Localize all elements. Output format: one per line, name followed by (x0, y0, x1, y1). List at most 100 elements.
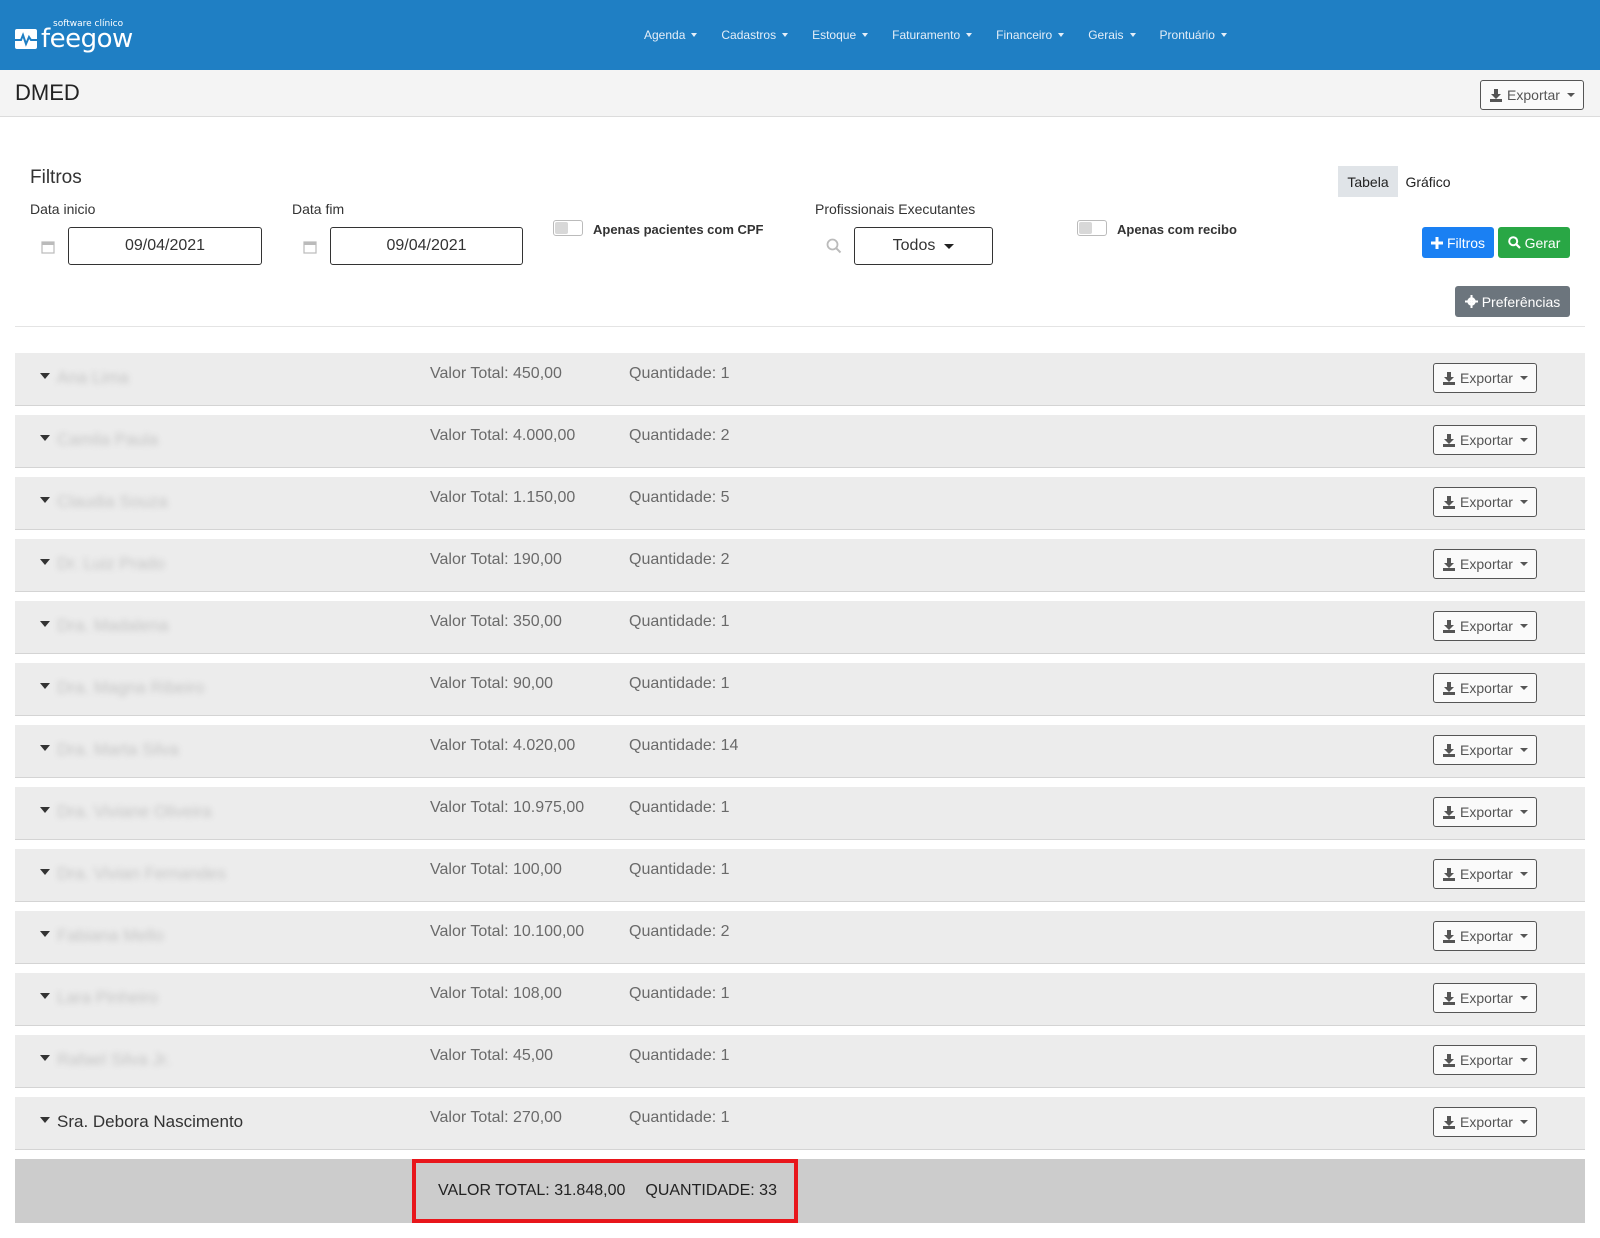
row-export-button[interactable]: Exportar (1433, 1107, 1537, 1137)
download-icon (1443, 992, 1456, 1005)
expand-caret-icon[interactable] (40, 373, 50, 379)
download-icon (1443, 496, 1456, 509)
nav-gerais-label: Gerais (1088, 28, 1124, 42)
tab-grafico[interactable]: Gráfico (1398, 166, 1458, 197)
expand-caret-icon[interactable] (40, 807, 50, 813)
data-inicio-label: Data inicio (30, 201, 96, 217)
nav-gerais[interactable]: Gerais (1088, 28, 1136, 42)
expand-caret-icon[interactable] (40, 993, 50, 999)
chevron-down-icon (1519, 500, 1528, 504)
row-export-button[interactable]: Exportar (1433, 363, 1537, 393)
professional-name: Claudia Souza (57, 492, 168, 511)
preferencias-button[interactable]: Preferências (1455, 286, 1570, 317)
nav-prontuario[interactable]: Prontuário (1160, 28, 1227, 42)
nav-estoque-label: Estoque (812, 28, 857, 42)
quantidade: Quantidade: 2 (629, 427, 730, 444)
list-item: Dr. Luiz Prado Valor Total: 190,00 Quantid… (15, 539, 1585, 592)
filtros-button[interactable]: Filtros (1422, 227, 1494, 258)
list-item: Dra. Magna Ribeiro Valor Total: 90,00 Quan… (15, 663, 1585, 716)
chevron-down-icon (1519, 438, 1528, 442)
export-label: Exportar (1460, 494, 1513, 510)
professional-name: Dra. Viviane Oliveira (57, 802, 212, 821)
expand-caret-icon[interactable] (40, 435, 50, 441)
valor-total-geral: VALOR TOTAL: 31.848,00 (438, 1182, 626, 1199)
list-item: Dra. Marta Silva Valor Total: 4.020,00 Qua… (15, 725, 1585, 778)
profissionais-value: Todos (892, 237, 936, 254)
gerar-button-label: Gerar (1524, 234, 1561, 251)
nav-agenda[interactable]: Agenda (644, 28, 698, 42)
expand-caret-icon[interactable] (40, 683, 50, 689)
professional-name: Dra. Marta Silva (57, 740, 179, 759)
download-icon (1443, 930, 1456, 943)
chevron-down-icon (1566, 93, 1575, 97)
row-export-button[interactable]: Exportar (1433, 921, 1537, 951)
row-export-button[interactable]: Exportar (1433, 549, 1537, 579)
export-label: Exportar (1460, 804, 1513, 820)
list-item: Sra. Debora Nascimento Valor Total: 270,0… (15, 1097, 1585, 1150)
row-export-button[interactable]: Exportar (1433, 487, 1537, 517)
row-export-button[interactable]: Exportar (1433, 735, 1537, 765)
nav-financeiro[interactable]: Financeiro (996, 28, 1065, 42)
totals-highlight-box: VALOR TOTAL: 31.848,00 QUANTIDADE: 33 (412, 1159, 798, 1223)
row-export-button[interactable]: Exportar (1433, 611, 1537, 641)
download-icon (1443, 372, 1456, 385)
expand-caret-icon[interactable] (40, 497, 50, 503)
list-item: Dra. Madalena Valor Total: 350,00 Quantida… (15, 601, 1585, 654)
chevron-down-icon (1519, 748, 1528, 752)
chevron-down-icon (1519, 810, 1528, 814)
nav-faturamento[interactable]: Faturamento (892, 28, 973, 42)
professional-name: Lara Pinheiro (57, 988, 159, 1007)
row-export-button[interactable]: Exportar (1433, 425, 1537, 455)
expand-caret-icon[interactable] (40, 621, 50, 627)
expand-caret-icon[interactable] (40, 559, 50, 565)
data-inicio-input[interactable]: 09/04/2021 (68, 227, 262, 265)
expand-caret-icon[interactable] (40, 931, 50, 937)
heartbeat-logo-icon (15, 29, 37, 49)
data-fim-input[interactable]: 09/04/2021 (330, 227, 523, 265)
profissionais-select[interactable]: Todos (854, 227, 993, 265)
list-item: Claudia Souza Valor Total: 1.150,00 Quanti… (15, 477, 1585, 530)
row-export-button[interactable]: Exportar (1433, 859, 1537, 889)
cpf-toggle[interactable] (553, 220, 583, 236)
row-export-button[interactable]: Exportar (1433, 673, 1537, 703)
expand-caret-icon[interactable] (40, 745, 50, 751)
row-export-button[interactable]: Exportar (1433, 1045, 1537, 1075)
expand-caret-icon[interactable] (40, 1117, 50, 1123)
expand-caret-icon[interactable] (40, 1055, 50, 1061)
filters-panel: Filtros Data inicio 09/04/2021 Data fim … (0, 117, 1600, 327)
brand-name: feegow (41, 24, 133, 54)
recibo-toggle[interactable] (1077, 220, 1107, 236)
gerar-button[interactable]: Gerar (1498, 227, 1570, 258)
main-menu: Agenda Cadastros Estoque Faturamento Fin… (644, 0, 1251, 70)
chevron-down-icon (1519, 934, 1528, 938)
export-label: Exportar (1460, 742, 1513, 758)
export-label: Exportar (1460, 680, 1513, 696)
valor-total: Valor Total: 108,00 (430, 985, 562, 1002)
chevron-down-icon (1519, 1120, 1528, 1124)
nav-agenda-label: Agenda (644, 28, 686, 42)
chevron-down-icon (944, 243, 955, 249)
nav-cadastros[interactable]: Cadastros (721, 28, 789, 42)
top-navbar: feegow software clínico Agenda Cadastros… (0, 0, 1600, 70)
filters-title: Filtros (30, 167, 82, 188)
chevron-down-icon (691, 33, 698, 37)
list-item: Rafael Silva Jr. Valor Total: 45,00 Quanti… (15, 1035, 1585, 1088)
download-icon (1443, 434, 1456, 447)
quantidade: Quantidade: 5 (629, 489, 730, 506)
data-fim-label: Data fim (292, 201, 345, 217)
download-icon (1443, 1054, 1456, 1067)
tab-tabela[interactable]: Tabela (1338, 166, 1398, 197)
expand-caret-icon[interactable] (40, 869, 50, 875)
valor-total: Valor Total: 100,00 (430, 861, 562, 878)
export-label: Exportar (1460, 432, 1513, 448)
row-export-button[interactable]: Exportar (1433, 983, 1537, 1013)
chevron-down-icon (1519, 376, 1528, 380)
calendar-icon (41, 241, 55, 254)
quantidade: Quantidade: 14 (629, 737, 739, 754)
export-button-top[interactable]: Exportar (1480, 80, 1584, 110)
export-label: Exportar (1460, 1114, 1513, 1130)
list-item: Lara Pinheiro Valor Total: 108,00 Quantida… (15, 973, 1585, 1026)
chevron-down-icon (1220, 33, 1227, 37)
row-export-button[interactable]: Exportar (1433, 797, 1537, 827)
nav-estoque[interactable]: Estoque (812, 28, 869, 42)
